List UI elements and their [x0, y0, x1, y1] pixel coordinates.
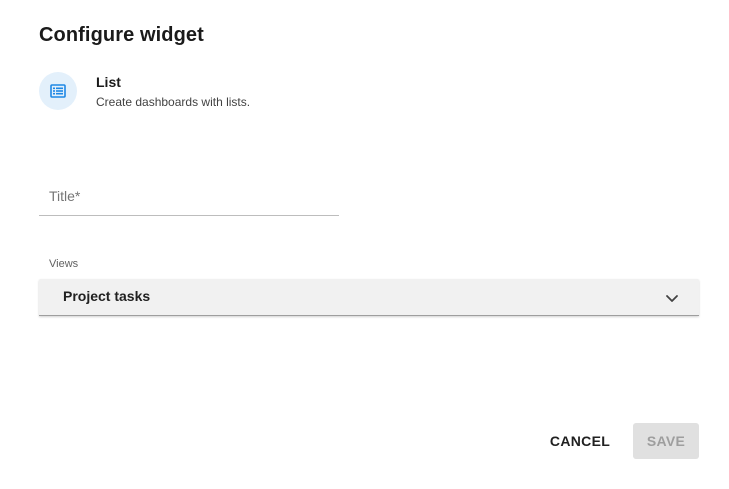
configure-widget-dialog: Configure widget List Create dashboards … [0, 0, 729, 489]
list-icon [39, 72, 77, 110]
widget-type-info: List Create dashboards with lists. [39, 72, 250, 110]
cancel-button[interactable]: CANCEL [540, 423, 620, 459]
views-field: Views Project tasks [39, 255, 699, 316]
widget-type-description: Create dashboards with lists. [96, 95, 251, 109]
title-field[interactable] [39, 178, 339, 216]
title-input[interactable] [39, 178, 339, 214]
widget-type-text: List Create dashboards with lists. [96, 73, 250, 110]
chevron-down-icon [665, 291, 679, 305]
views-label: Views [49, 258, 79, 270]
views-selected-value: Project tasks [63, 288, 151, 304]
widget-type-name: List [96, 74, 121, 90]
dialog-title: Configure widget [39, 24, 204, 46]
save-button[interactable]: SAVE [633, 423, 699, 459]
views-select[interactable]: Project tasks [39, 279, 699, 316]
